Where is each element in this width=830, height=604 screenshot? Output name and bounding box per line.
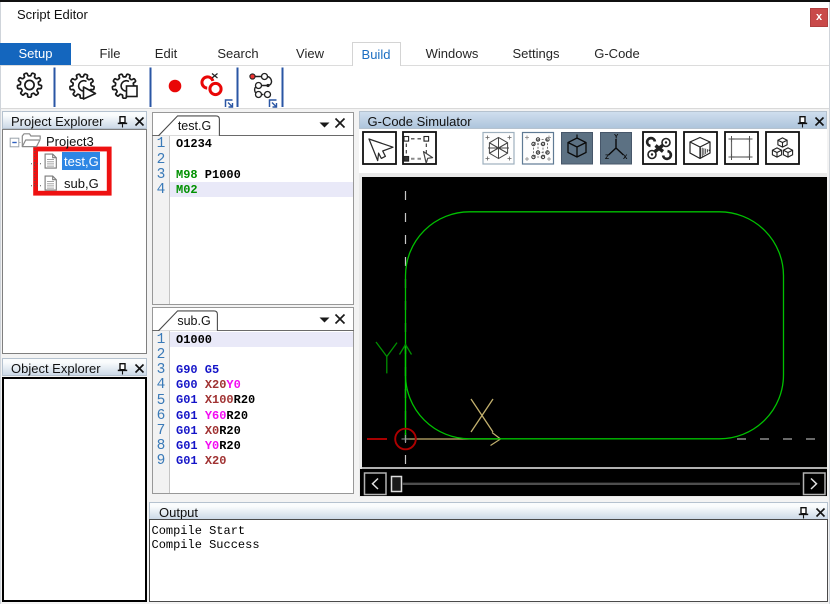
svg-text:Y: Y	[614, 134, 619, 141]
svg-text:X: X	[623, 154, 628, 161]
svg-text:Z: Z	[605, 154, 609, 161]
